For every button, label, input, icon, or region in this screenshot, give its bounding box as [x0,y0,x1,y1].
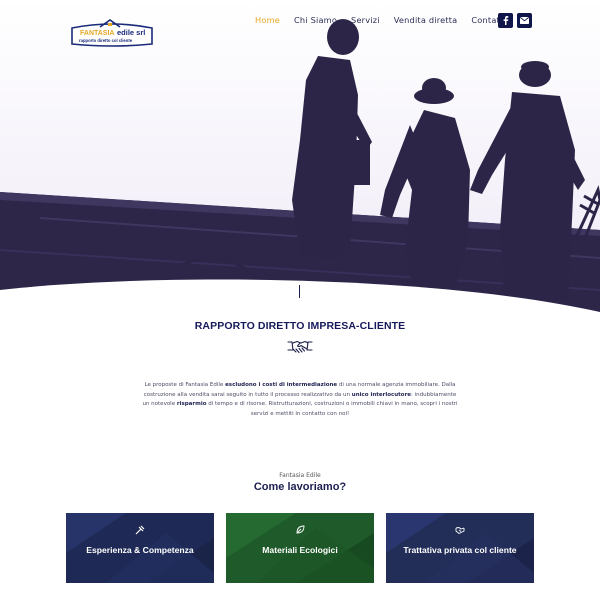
hero-banner: FANTASIA edile srl rapporto diretto col … [0,0,600,318]
intro-paragraph: Le proposte di Fantasia Edile escludono … [142,382,458,417]
scroll-divider [299,285,300,298]
brand-name-part2: edile srl [117,28,145,37]
brand-name-part1: FANTASIA [80,30,114,37]
card-label: Materiali Ecologici [262,545,338,555]
leaf-icon [296,525,305,534]
section-title: RAPPORTO DIRETTO IMPRESA-CLIENTE [194,320,406,332]
card-label: Esperienza & Competenza [86,545,194,555]
card-label: Trattativa privata col cliente [403,545,517,555]
email-icon[interactable] [517,13,532,28]
card-esperienza[interactable]: Esperienza & Competenza [66,513,214,583]
tools-icon [135,525,145,535]
nav-home[interactable]: Home [255,15,280,25]
nav-vendita-diretta[interactable]: Vendita diretta [394,15,458,25]
brand-logo[interactable]: FANTASIA edile srl rapporto diretto col … [70,18,154,48]
nav-chi-siamo[interactable]: Chi Siamo [294,15,337,25]
card-materiali[interactable]: Materiali Ecologici [226,513,374,583]
handshake-icon [287,339,313,356]
main-nav: Home Chi Siamo Servizi Vendita diretta C… [255,15,520,25]
how-title: Come lavoriamo? [253,481,347,493]
handshake-icon [455,527,465,535]
brand-tagline: rapporto diretto col cliente [79,38,133,43]
section-eyebrow: Fantasia Edile [279,472,321,479]
facebook-icon[interactable] [498,13,513,28]
card-trattativa[interactable]: Trattativa privata col cliente [386,513,534,583]
nav-servizi[interactable]: Servizi [351,15,380,25]
